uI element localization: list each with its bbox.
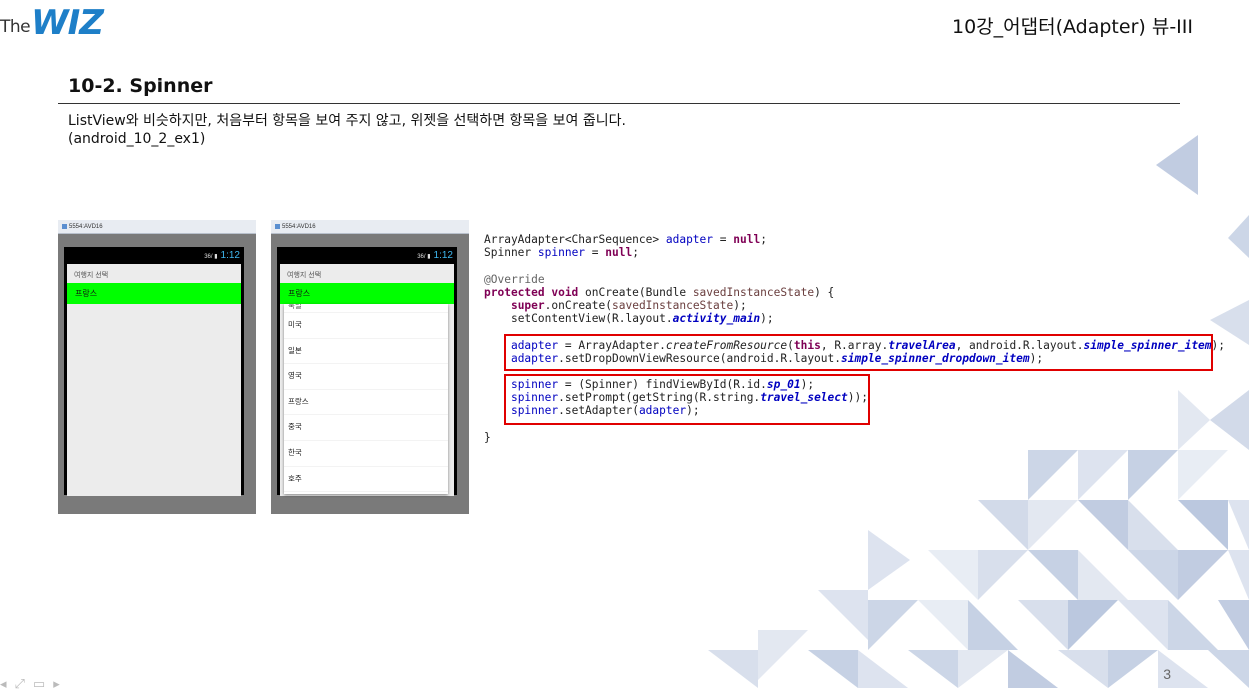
- description: ListView와 비슷하지만, 처음부터 항목을 보여 주지 않고, 위젯을 …: [68, 112, 626, 148]
- dropdown-item[interactable]: 중국: [284, 415, 448, 441]
- dropdown-item[interactable]: 일본: [284, 339, 448, 365]
- dropdown-item[interactable]: 호주: [284, 467, 448, 493]
- code-line: Spinner spinner = null;: [484, 246, 639, 260]
- device-screen: 36/ ▮ 1:12 여행지 선택 프랑스: [64, 247, 244, 496]
- lecture-title: 10강_어댑터(Adapter) 뷰-III: [952, 16, 1193, 38]
- app-content: 여행지 선택 프랑스: [67, 264, 241, 496]
- highlight-box-adapter: [504, 334, 1213, 371]
- page-number: 3: [1163, 666, 1171, 682]
- spinner-selected-item[interactable]: 프랑스: [67, 283, 241, 304]
- emulator-screenshot-collapsed: 5554:AVD16 36/ ▮ 1:12 여행지 선택 프랑스: [58, 220, 256, 514]
- dropdown-item[interactable]: 영국: [284, 364, 448, 390]
- thewiz-logo: The WIZ: [0, 3, 104, 43]
- status-time: 1:12: [220, 250, 240, 261]
- spinner-selected-item[interactable]: 프랑스: [280, 283, 454, 304]
- code-line: protected void onCreate(Bundle savedInst…: [484, 285, 835, 299]
- emulator-titlebar: 5554:AVD16: [58, 220, 256, 234]
- app-content: 여행지 선택 프랑스 북일 미국 일본 영국 프랑스 중국 한국 호주: [280, 264, 454, 496]
- slide-nav-icons[interactable]: ◂⤢▭▸: [0, 676, 68, 692]
- emulator-window-title: 5554:AVD16: [69, 224, 103, 230]
- spinner-prompt: 여행지 선택: [74, 272, 109, 279]
- dropdown-item[interactable]: 미국: [284, 313, 448, 339]
- spinner-prompt: 여행지 선택: [287, 272, 322, 279]
- dropdown-item[interactable]: 한국: [284, 441, 448, 467]
- signal-battery-icon: 36/ ▮: [204, 254, 218, 260]
- dropdown-item[interactable]: 프랑스: [284, 390, 448, 416]
- logo-wordmark: WIZ: [31, 3, 104, 43]
- emulator-screenshot-expanded: 5554:AVD16 36/ ▮ 1:12 여행지 선택 프랑스 북일 미국 일본…: [271, 220, 469, 514]
- window-icon: [275, 223, 280, 229]
- code-line: }: [484, 430, 491, 444]
- device-screen: 36/ ▮ 1:12 여행지 선택 프랑스 북일 미국 일본 영국 프랑스 중국 …: [277, 247, 457, 496]
- status-bar: 36/ ▮ 1:12: [277, 247, 457, 263]
- highlight-box-spinner: [504, 374, 870, 425]
- logo-prefix: The: [0, 17, 31, 37]
- section-title: 10-2. Spinner: [68, 75, 213, 97]
- description-line-2: (android_10_2_ex1): [68, 131, 206, 147]
- code-line: ArrayAdapter<CharSequence> adapter = nul…: [484, 233, 767, 246]
- code-line: super.onCreate(savedInstanceState);: [510, 298, 747, 312]
- title-divider: [58, 103, 1180, 104]
- code-line: setContentView(R.layout.activity_main);: [510, 312, 774, 326]
- window-icon: [62, 223, 67, 229]
- description-line-1: ListView와 비슷하지만, 처음부터 항목을 보여 주지 않고, 위젯을 …: [68, 113, 626, 129]
- status-bar: 36/ ▮ 1:12: [64, 247, 244, 263]
- dropdown-item[interactable]: 북일: [284, 304, 448, 313]
- code-line: @Override: [484, 272, 545, 286]
- emulator-titlebar: 5554:AVD16: [271, 220, 469, 234]
- spinner-dropdown-list: 북일 미국 일본 영국 프랑스 중국 한국 호주: [284, 304, 448, 494]
- signal-battery-icon: 36/ ▮: [417, 254, 431, 260]
- status-time: 1:12: [433, 250, 453, 261]
- emulator-window-title: 5554:AVD16: [282, 224, 316, 230]
